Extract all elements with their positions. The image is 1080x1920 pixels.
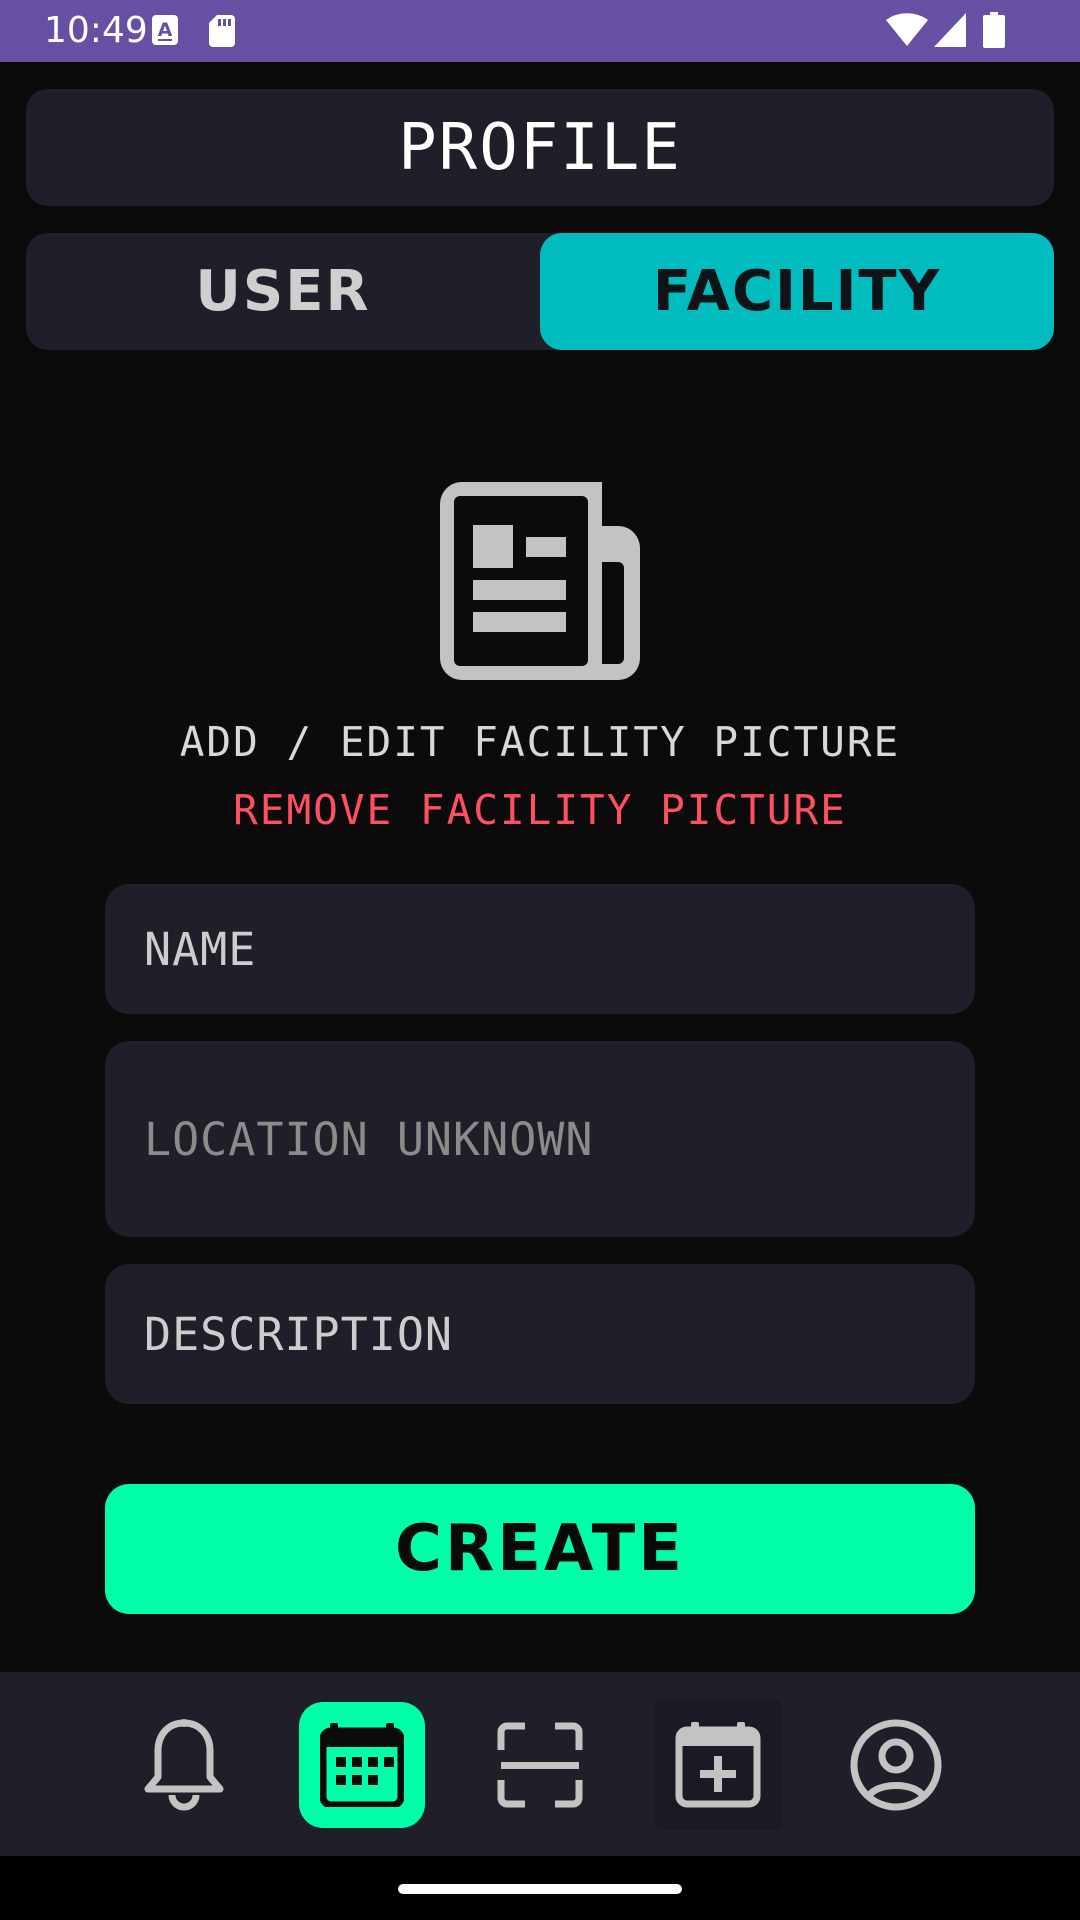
wifi-icon — [886, 13, 928, 46]
nav-add-event[interactable] — [654, 1700, 782, 1830]
profile-type-toggle: USER FACILITY — [26, 233, 1054, 350]
description-placeholder: DESCRIPTION — [144, 1307, 454, 1361]
newspaper-icon[interactable] — [440, 482, 640, 680]
profile-header: PROFILE — [26, 89, 1054, 206]
description-field[interactable]: DESCRIPTION — [105, 1264, 975, 1404]
add-edit-picture-link[interactable]: ADD / EDIT FACILITY PICTURE — [0, 718, 1080, 766]
profile-icon — [850, 1719, 942, 1811]
gesture-bar — [0, 1856, 1080, 1920]
name-field[interactable]: NAME — [105, 884, 975, 1014]
keyboard-a-icon: A — [152, 15, 178, 45]
signal-icon — [934, 13, 966, 47]
nav-scan[interactable] — [477, 1702, 603, 1828]
calendar-add-icon — [675, 1722, 761, 1808]
home-handle[interactable] — [398, 1884, 682, 1894]
tab-user[interactable]: USER — [26, 233, 540, 350]
nav-notifications[interactable] — [121, 1702, 247, 1828]
nav-profile[interactable] — [833, 1702, 959, 1828]
bell-icon — [144, 1719, 224, 1811]
location-text: LOCATION UNKNOWN — [144, 1112, 594, 1166]
sd-card-icon — [209, 15, 235, 47]
bottom-navigation — [0, 1672, 1080, 1856]
status-time: 10:49 — [44, 10, 148, 51]
battery-icon — [983, 12, 1005, 48]
scan-icon — [497, 1722, 583, 1808]
location-field[interactable]: LOCATION UNKNOWN — [105, 1041, 975, 1237]
page-title: PROFILE — [398, 110, 682, 185]
calendar-grid-icon — [320, 1723, 404, 1807]
name-placeholder: NAME — [144, 922, 257, 976]
svg-text:A: A — [158, 19, 173, 41]
tab-facility[interactable]: FACILITY — [540, 233, 1054, 350]
create-button[interactable]: CREATE — [105, 1484, 975, 1614]
remove-picture-link[interactable]: REMOVE FACILITY PICTURE — [0, 786, 1080, 834]
nav-events[interactable] — [299, 1702, 425, 1828]
status-bar: 10:49 A — [0, 0, 1080, 62]
